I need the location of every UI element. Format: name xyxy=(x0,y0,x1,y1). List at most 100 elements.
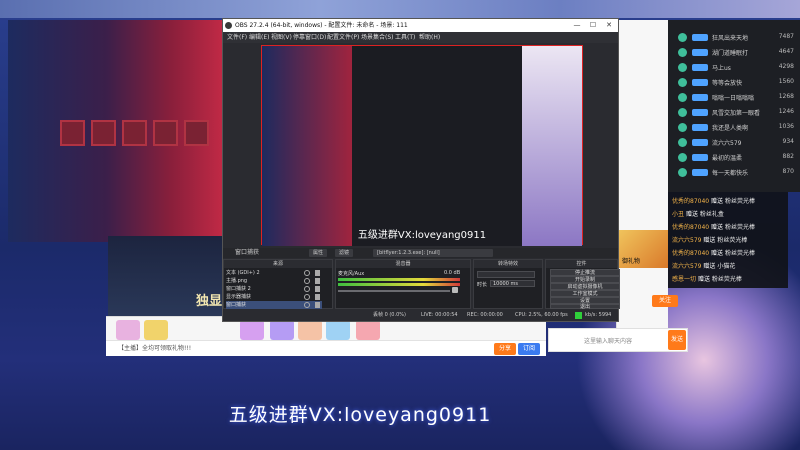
lock-icon[interactable] xyxy=(315,294,320,300)
transitions-dock: 转场特效 时长 10000 ms xyxy=(473,259,543,309)
avatar xyxy=(678,48,687,57)
level-badge xyxy=(692,169,708,176)
avatar xyxy=(678,108,687,117)
live-timer: LIVE: 00:00:54 xyxy=(421,312,458,318)
rank-row[interactable]: 嗡嗡一日嗡嗡嗡 1268 xyxy=(672,92,798,103)
source-item[interactable]: 显示器捕获 xyxy=(226,293,322,301)
share-button[interactable]: 分享 xyxy=(494,343,517,355)
gift-item[interactable] xyxy=(356,320,380,340)
preview-nested-window xyxy=(352,46,522,246)
maximize-button[interactable]: ☐ xyxy=(585,19,601,32)
gift-item[interactable] xyxy=(298,320,322,340)
lock-icon[interactable] xyxy=(315,270,320,276)
level-badge xyxy=(692,124,708,131)
lock-icon[interactable] xyxy=(315,286,320,292)
lock-icon[interactable] xyxy=(315,278,320,284)
source-toolbar: 窗口捕获 属性 滤镜 [bitflyer:1.2.3.exe]: [null] xyxy=(223,248,618,258)
lock-icon[interactable] xyxy=(315,302,320,308)
menu-help[interactable]: 帮助(H) xyxy=(419,32,440,43)
rank-row[interactable]: 马上us 4298 xyxy=(672,62,798,73)
close-button[interactable]: ✕ xyxy=(601,19,617,32)
avatar xyxy=(678,123,687,132)
settings-button[interactable]: 设置 xyxy=(550,297,620,304)
game-tile xyxy=(184,120,209,146)
eye-icon[interactable] xyxy=(304,286,310,292)
status-bar: 丢帧 0 (0.0%) LIVE: 00:00:54 REC: 00:00:00… xyxy=(223,310,618,321)
rank-row[interactable]: 每一天都快乐 870 xyxy=(672,167,798,178)
cpu-fps: CPU: 2.5%, 60.00 fps xyxy=(515,312,568,318)
menu-file[interactable]: 文件(F) xyxy=(227,32,247,43)
rank-row[interactable]: 风雪交加第一眼看 1246 xyxy=(672,107,798,118)
menu-view[interactable]: 视图(V) xyxy=(271,32,292,43)
start-recording-button[interactable]: 开始录制 xyxy=(550,276,620,283)
chat-message: 优秀的87040 赠送 粉丝荧光棒 xyxy=(672,250,755,257)
eye-icon[interactable] xyxy=(304,270,310,276)
stop-streaming-button[interactable]: 停止推流 xyxy=(550,269,620,276)
source-item[interactable]: 窗口捕获 2 xyxy=(226,285,322,293)
source-item[interactable]: 主播.png xyxy=(226,277,322,285)
eye-icon[interactable] xyxy=(304,302,310,308)
menu-docks[interactable]: 停靠窗口(D) xyxy=(293,32,326,43)
avatar xyxy=(678,63,687,72)
dock-title: 混音器 xyxy=(336,260,470,268)
obs-preview-canvas[interactable]: 五级进群VX:loveyang0911 xyxy=(261,45,583,246)
fan-rank-list: 狂风出来天地 7487 湖门道睡眠打 4647 马上us 4298 等等会放快 1560… xyxy=(668,20,800,192)
follow-button[interactable]: 关注 xyxy=(652,295,678,307)
dock-title: 来源 xyxy=(224,260,332,268)
rank-row[interactable]: 我还是人类啊 1036 xyxy=(672,122,798,133)
transition-select[interactable] xyxy=(477,271,535,278)
gift-banner-label: 御礼物 xyxy=(622,258,641,265)
stream-top-strip xyxy=(0,0,800,18)
game-tile xyxy=(60,120,85,146)
gift-item[interactable] xyxy=(270,320,294,340)
rank-row[interactable]: 湖门道睡眠打 4647 xyxy=(672,47,798,58)
game-title: 独显 xyxy=(196,294,223,309)
avatar xyxy=(678,153,687,162)
properties-button[interactable]: 属性 xyxy=(309,249,328,257)
subscribe-button[interactable]: 订阅 xyxy=(518,343,541,355)
rank-row[interactable]: 等等会放快 1560 xyxy=(672,77,798,88)
level-badge xyxy=(692,94,708,101)
menu-scene-collection[interactable]: 场景集合(S) xyxy=(361,32,394,43)
gift-item[interactable] xyxy=(240,320,264,340)
minimize-button[interactable]: — xyxy=(569,19,585,32)
menu-profile[interactable]: 配置文件(P) xyxy=(327,32,359,43)
obs-titlebar[interactable]: OBS 27.2.4 (64-bit, windows) - 配置文件: 未命名… xyxy=(223,19,618,32)
duration-label: 时长 xyxy=(477,282,488,288)
connection-indicator xyxy=(575,312,582,319)
studio-mode-button[interactable]: 工作室模式 xyxy=(550,290,620,297)
level-badge xyxy=(692,79,708,86)
send-button[interactable]: 发送 xyxy=(668,330,686,350)
rank-row[interactable]: 最初的温柔 882 xyxy=(672,152,798,163)
menu-tools[interactable]: 工具(T) xyxy=(395,32,415,43)
gift-item[interactable] xyxy=(144,320,168,340)
eye-icon[interactable] xyxy=(304,278,310,284)
window-select[interactable]: [bitflyer:1.2.3.exe]: [null] xyxy=(373,249,493,257)
speaker-icon[interactable] xyxy=(452,287,458,293)
avatar xyxy=(678,168,687,177)
rec-timer: REC: 00:00:00 xyxy=(467,312,503,318)
menu-bar: 文件(F) 编辑(E) 视图(V) 停靠窗口(D) 配置文件(P) 场景集合(S… xyxy=(223,32,618,43)
volume-slider[interactable] xyxy=(338,290,450,292)
gift-item[interactable] xyxy=(326,320,350,340)
menu-edit[interactable]: 编辑(E) xyxy=(249,32,269,43)
source-item[interactable]: 文本 (GDI+) 2 xyxy=(226,269,322,277)
controls-dock: 控件 停止推流 开始录制 启动虚拟摄像机 工作室模式 设置 退出 xyxy=(545,259,620,310)
preview-text-overlay: 五级进群VX:loveyang0911 xyxy=(357,230,487,241)
eye-icon[interactable] xyxy=(304,294,310,300)
mixer-track-label: 麦克风/Aux xyxy=(338,271,365,277)
obs-logo-icon xyxy=(225,22,232,29)
source-item[interactable]: 窗口捕获 xyxy=(226,301,322,309)
gift-item[interactable] xyxy=(116,320,140,340)
obs-window: OBS 27.2.4 (64-bit, windows) - 配置文件: 未命名… xyxy=(222,18,620,322)
chat-side-column xyxy=(616,20,668,340)
virtual-camera-button[interactable]: 启动虚拟摄像机 xyxy=(550,283,620,290)
rank-row[interactable]: 流六六579 934 xyxy=(672,137,798,148)
exit-button[interactable]: 退出 xyxy=(550,304,620,310)
preview-game-capture xyxy=(262,46,352,246)
avatar xyxy=(678,93,687,102)
filters-button[interactable]: 滤镜 xyxy=(335,249,354,257)
duration-field[interactable]: 10000 ms xyxy=(490,280,535,287)
dock-title: 控件 xyxy=(546,260,617,268)
rank-row[interactable]: 狂风出来天地 7487 xyxy=(672,32,798,43)
